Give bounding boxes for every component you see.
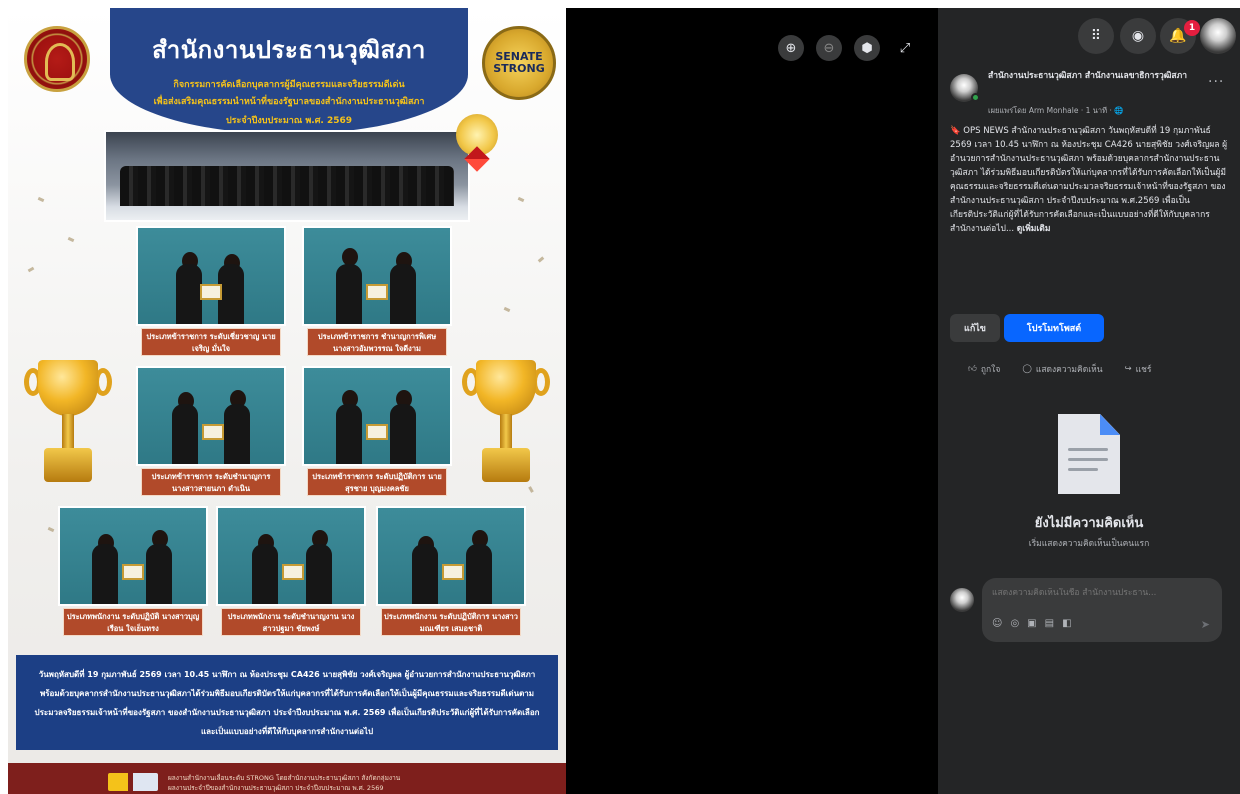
confetti: [47, 526, 55, 533]
share-button[interactable]: ↪ แชร์: [1125, 362, 1152, 376]
senate-strong-logo: SENATE STRONG: [482, 26, 556, 100]
see-more-link[interactable]: ดูเพิ่มเติม: [1017, 224, 1051, 234]
zoom-out-icon[interactable]: ⊖: [816, 35, 842, 61]
footer-logos: [108, 773, 158, 791]
award-caption: ประเภทพนักงาน ระดับปฏิบัติการ นางสาวมณเฑ…: [381, 608, 521, 636]
comment-bubble-icon: ◯: [1022, 364, 1032, 374]
poster-title: สำนักงานประธานวุฒิสภา: [152, 36, 426, 64]
award-photo: [216, 506, 366, 606]
online-status-dot: [971, 93, 980, 102]
share-label: แชร์: [1135, 365, 1152, 375]
poster-header: สำนักงานประธานวุฒิสภา กิจกรรมการคัดเลือก…: [110, 8, 468, 134]
trophy-icon: [462, 360, 550, 500]
poster-subtitle: ประจำปีงบประมาณ พ.ศ. 2569: [225, 116, 353, 126]
document-icon: [1058, 414, 1120, 494]
confetti: [537, 256, 545, 263]
fullscreen-icon[interactable]: ⤢: [892, 35, 918, 61]
award-caption: ประเภทข้าราชการ ระดับปฏิบัติการ นายสุรชา…: [307, 468, 447, 496]
post-image: สำนักงานประธานวุฒิสภา กิจกรรมการคัดเลือก…: [8, 8, 566, 794]
poster-body-text: วันพฤหัสบดีที่ 19 กุมภาพันธ์ 2569 เวลา 1…: [16, 655, 558, 750]
poster-subtitle: กิจกรรมการคัดเลือกบุคลากรผู้มีคุณธรรมและ…: [173, 80, 405, 90]
award-photo: [136, 366, 286, 466]
post-side-panel: ⠿ ◉ 🔔 1 สำนักงานประธานวุฒิสภา สำนักงานเล…: [938, 8, 1240, 794]
footer-text: ผลงานสำนักงานเลื่อนระดับ STRONG โดยสำนัก…: [168, 774, 401, 782]
award-photo: [58, 506, 208, 606]
trophy-icon: [24, 360, 112, 500]
poster-subtitle: เพื่อส่งเสริมคุณธรรมนำหน้าที่ของรัฐบาลขอ…: [153, 97, 425, 107]
zoom-in-icon[interactable]: ⊕: [778, 35, 804, 61]
notifications-bell-icon[interactable]: 🔔 1: [1160, 18, 1200, 54]
page-avatar[interactable]: [950, 74, 980, 102]
post-meta: เผยแพร่โดย Arm Monhale · 1 นาที · 🌐: [988, 106, 1124, 115]
award-photo: [302, 366, 452, 466]
send-icon[interactable]: ➤: [1201, 618, 1210, 631]
notification-badge: 1: [1184, 20, 1200, 36]
like-label: ถูกใจ: [980, 365, 1001, 375]
confetti: [67, 236, 75, 243]
award-caption: ประเภทข้าราชการ ระดับเชี่ยวชาญ นายเจริญ …: [141, 328, 281, 356]
award-photo: [302, 226, 452, 326]
comment-button[interactable]: ◯ แสดงความคิดเห็น: [1022, 362, 1102, 376]
comment-composer: ☺ ◎ ▣ ▤ ◧ ➤: [982, 578, 1222, 642]
promote-post-button[interactable]: โปรโมทโพสต์: [1004, 314, 1104, 342]
confetti: [37, 196, 45, 203]
share-arrow-icon: ↪: [1124, 364, 1132, 374]
confetti: [517, 196, 525, 203]
award-caption: ประเภทพนักงาน ระดับปฏิบัติ นางสาวบุญเรือ…: [63, 608, 203, 636]
like-button[interactable]: 👍︎ ถูกใจ: [968, 362, 1000, 376]
confetti: [27, 266, 35, 273]
photo-viewer-background: ⊕ ⊖ ⬢ ⤢: [566, 8, 938, 794]
senate-strong-label: SENATE STRONG: [493, 50, 545, 75]
emoji-icon[interactable]: ◎: [1010, 618, 1019, 629]
parliament-seal-logo: [24, 26, 90, 92]
poster-footer: ผลงานสำนักงานเลื่อนระดับ STRONG โดยสำนัก…: [8, 763, 566, 794]
no-comments-subtitle: เริ่มแสดงความคิดเห็นเป็นคนแรก: [1028, 539, 1150, 549]
comment-input[interactable]: [992, 588, 1212, 598]
more-options-icon[interactable]: ···: [1208, 74, 1224, 90]
confetti: [503, 306, 511, 313]
gif-icon[interactable]: ▤: [1045, 618, 1054, 629]
comment-toolbar: ☺ ◎ ▣ ▤ ◧: [992, 618, 1072, 629]
award-caption: ประเภทข้าราชการ ระดับชำนาญการ นางสาวสายน…: [141, 468, 281, 496]
award-photo: [376, 506, 526, 606]
thumbs-up-icon: 👍︎: [968, 364, 977, 374]
account-avatar[interactable]: [1200, 18, 1236, 54]
gold-medal-icon: [456, 114, 498, 156]
post-body-text: 🔖 OPS NEWS สำนักงานประธานวุฒิสภา วันพฤหั…: [950, 126, 1228, 234]
group-photo: [104, 130, 470, 222]
group-people: [120, 166, 454, 206]
commenter-avatar[interactable]: [950, 588, 974, 612]
page-name-link[interactable]: สำนักงานประธานวุฒิสภา สำนักงานเลขาธิการว…: [988, 70, 1198, 82]
post-text: 🔖 OPS NEWS สำนักงานประธานวุฒิสภา วันพฤหั…: [950, 124, 1234, 236]
award-caption: ประเภทข้าราชการ ชำนาญการพิเศษ นางสาวอัมพ…: [307, 328, 447, 356]
avatar-sticker-icon[interactable]: ☺: [992, 618, 1002, 629]
edit-button[interactable]: แก้ไข: [950, 314, 1000, 342]
menu-grid-icon[interactable]: ⠿: [1078, 18, 1114, 54]
messenger-icon[interactable]: ◉: [1120, 18, 1156, 54]
footer-text: ผลงานประจำปีของสำนักงานประธานวุฒิสภา ประ…: [168, 784, 384, 792]
tag-icon[interactable]: ⬢: [854, 35, 880, 61]
sticker-icon[interactable]: ◧: [1062, 618, 1071, 629]
comment-label: แสดงความคิดเห็น: [1035, 365, 1103, 375]
award-photo: [136, 226, 286, 326]
no-comments-title: ยังไม่มีความคิดเห็น: [1034, 516, 1144, 531]
camera-icon[interactable]: ▣: [1027, 618, 1036, 629]
post-actions: 👍︎ ถูกใจ ◯ แสดงความคิดเห็น ↪ แชร์: [968, 362, 1228, 376]
award-caption: ประเภทพนักงาน ระดับชำนาญงาน นางสาวปฐมา ช…: [221, 608, 361, 636]
